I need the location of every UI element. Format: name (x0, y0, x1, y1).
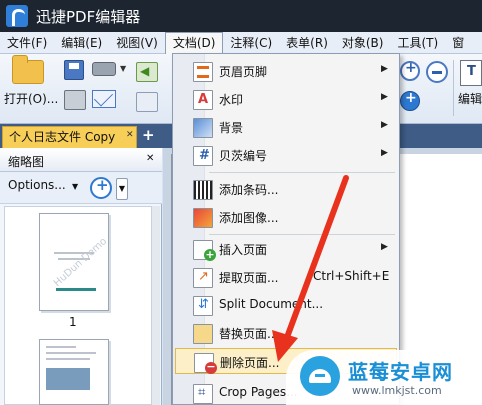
replace-page-icon (193, 324, 213, 344)
extract-page-icon (193, 268, 213, 288)
menu-item-label: 添加图像... (219, 211, 279, 225)
delete-page-icon (194, 353, 217, 374)
insert-page-icon (193, 240, 216, 261)
zoom-out-icon[interactable] (426, 61, 448, 83)
menu-item-add-image[interactable]: 添加图像... (175, 204, 397, 230)
add-image-icon (193, 208, 213, 228)
submenu-arrow-icon: ▶ (381, 120, 388, 130)
menu-item-label: 删除页面... (220, 356, 280, 370)
page-thumbnail[interactable] (39, 339, 109, 405)
submenu-arrow-icon: ▶ (381, 64, 388, 74)
zoom-plus-icon[interactable] (400, 90, 420, 111)
menu-item-label: 背景 (219, 121, 244, 135)
bates-number-icon (193, 146, 213, 166)
menu-item-replace-page[interactable]: 替换页面... (175, 320, 397, 346)
panel-scrollbar[interactable] (152, 206, 160, 405)
menu-comment[interactable]: 注释(C) (223, 32, 279, 54)
thumbnail-panel: 缩略图 ✕ Options... ▼ ▼ HuDun Demo 1 (0, 148, 162, 405)
menu-form[interactable]: 表单(R) (279, 32, 335, 54)
site-name: 蓝莓安卓网 (348, 360, 453, 384)
site-watermark-badge: 蓝莓安卓网 www.lmkjst.com (286, 350, 482, 405)
barcode-icon (193, 180, 213, 200)
header-footer-icon (193, 62, 213, 82)
menu-item-extract-page[interactable]: 提取页面... Ctrl+Shift+E (175, 264, 397, 290)
back-arrow-icon[interactable] (136, 62, 158, 82)
menu-view[interactable]: 视图(V) (109, 32, 165, 54)
thumbnail-image (46, 368, 90, 390)
android-robot-icon (300, 356, 340, 396)
scan-icon[interactable] (92, 62, 116, 76)
crop-pages-icon (193, 384, 213, 404)
split-document-icon (193, 296, 213, 316)
document-tab-label: 个人日志文件 Copy (9, 130, 116, 144)
ribbon-divider (453, 60, 454, 116)
save-icon[interactable] (64, 60, 84, 80)
menu-edit[interactable]: 编辑(E) (54, 32, 109, 54)
background-icon (193, 118, 213, 138)
email-icon[interactable] (92, 90, 116, 108)
menu-tools[interactable]: 工具(T) (390, 32, 445, 54)
print-icon[interactable] (64, 90, 86, 110)
menu-item-bates-number[interactable]: 贝茨编号 ▶ (175, 142, 397, 168)
menu-bar: 文件(F) 编辑(E) 视图(V) 文档(D) 注释(C) 表单(R) 对象(B… (0, 31, 482, 54)
menu-object[interactable]: 对象(B) (335, 32, 391, 54)
edit-text-icon[interactable] (460, 60, 482, 86)
menu-separator (209, 172, 395, 173)
menu-item-label: 水印 (219, 93, 244, 107)
submenu-arrow-icon: ▶ (381, 242, 388, 252)
menu-item-label: 插入页面 (219, 243, 268, 257)
thumbnail-text-line (46, 346, 76, 348)
thumbnail-list: HuDun Demo 1 (4, 206, 152, 405)
page-tool-icon[interactable] (136, 92, 158, 112)
menu-item-label: 贝茨编号 (219, 149, 268, 163)
edit-button-label[interactable]: 编辑 (458, 90, 482, 107)
menu-window[interactable]: 窗 (445, 32, 471, 54)
page-number: 1 (69, 315, 77, 329)
panel-header: 缩略图 ✕ (0, 148, 162, 172)
menu-item-add-barcode[interactable]: 添加条码... (175, 176, 397, 202)
options-dropdown[interactable]: Options... (8, 178, 66, 192)
panel-title: 缩略图 (8, 155, 45, 169)
menu-item-label: Split Document... (219, 297, 324, 311)
zoom-in-thumbnail-icon[interactable] (90, 176, 112, 199)
menu-item-background[interactable]: 背景 ▶ (175, 114, 397, 140)
chevron-down-icon[interactable]: ▼ (116, 178, 128, 200)
menu-item-watermark[interactable]: 水印 ▶ (175, 86, 397, 112)
menu-document[interactable]: 文档(D) (164, 31, 224, 54)
title-bar: 迅捷PDF编辑器 (0, 0, 482, 32)
open-folder-icon[interactable] (12, 55, 44, 84)
menu-separator (209, 234, 395, 235)
panel-toolbar: Options... ▼ ▼ (0, 172, 162, 204)
chevron-down-icon[interactable]: ▼ (72, 182, 78, 191)
menu-item-shortcut: Ctrl+Shift+E (313, 269, 390, 283)
menu-file[interactable]: 文件(F) (0, 32, 54, 54)
submenu-arrow-icon: ▶ (381, 148, 388, 158)
close-icon[interactable]: ✕ (146, 153, 154, 164)
new-tab-icon[interactable]: + (142, 126, 155, 144)
menu-item-split-document[interactable]: Split Document... (175, 292, 397, 318)
zoom-in-icon[interactable] (400, 60, 420, 81)
menu-item-label: 添加条码... (219, 183, 279, 197)
thumbnail-text-line (46, 352, 96, 354)
open-button-label[interactable]: 打开(O)... (4, 90, 58, 107)
document-tab[interactable]: 个人日志文件 Copy (2, 126, 137, 148)
menu-item-header-footer[interactable]: 页眉页脚 ▶ (175, 58, 397, 84)
menu-item-label: 页眉页脚 (219, 65, 268, 79)
watermark-icon (193, 90, 213, 110)
thumbnail-text-line (46, 358, 90, 360)
submenu-arrow-icon: ▶ (381, 92, 388, 102)
site-url: www.lmkjst.com (352, 384, 442, 397)
menu-item-label: 提取页面... (219, 271, 279, 285)
close-tab-icon[interactable]: ✕ (126, 130, 134, 140)
chevron-down-icon[interactable]: ▼ (120, 64, 126, 73)
menu-item-insert-page[interactable]: 插入页面 ▶ (175, 236, 397, 262)
window-title: 迅捷PDF编辑器 (36, 7, 141, 26)
menu-item-label: 替换页面... (219, 327, 279, 341)
app-logo-icon (6, 5, 28, 27)
thumbnail-accent-bar (56, 288, 96, 291)
